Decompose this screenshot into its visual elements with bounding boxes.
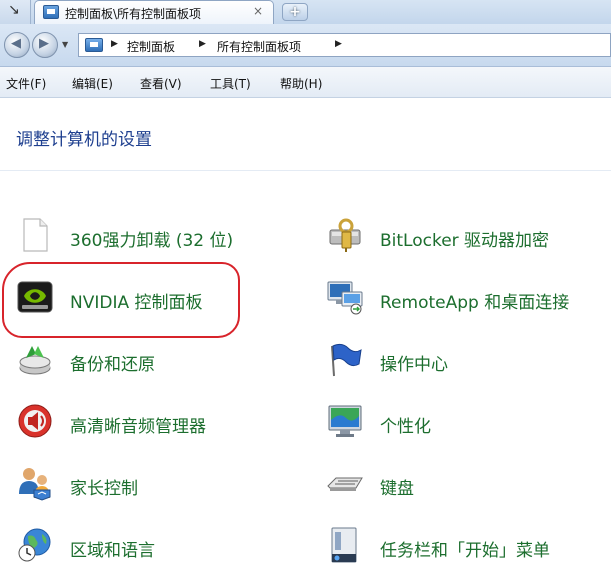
arrow-left-icon: ◀ <box>11 36 21 51</box>
personalization-monitor-icon <box>328 405 362 437</box>
divider <box>0 170 611 171</box>
item-label: 360强力卸载 (32 位) <box>70 231 234 251</box>
close-tab-icon[interactable]: × <box>253 4 263 18</box>
arrow-right-icon: ▶ <box>39 36 49 51</box>
tab-strip-left-stub: ↘ <box>0 0 31 24</box>
keyboard-icon <box>327 477 363 491</box>
menu-view[interactable]: 查看(V) <box>140 75 182 92</box>
globe-clock-icon <box>18 528 51 562</box>
forward-button[interactable]: ▶ <box>32 32 58 58</box>
tab-title: 控制面板\所有控制面板项 <box>65 7 202 21</box>
blank-document-icon <box>23 218 48 252</box>
menu-edit[interactable]: 编辑(E) <box>72 75 113 92</box>
item-label: 家长控制 <box>70 479 138 499</box>
item-label: BitLocker 驱动器加密 <box>380 231 550 251</box>
new-tab-button[interactable]: + <box>282 3 308 21</box>
item-label: 任务栏和「开始」菜单 <box>380 541 550 561</box>
plus-icon: + <box>289 4 301 20</box>
tab-strip: ↘ 控制面板\所有控制面板项 × + <box>0 0 611 24</box>
backup-restore-icon <box>19 346 51 375</box>
item-label: 备份和还原 <box>70 355 155 375</box>
page-title: 调整计算机的设置 <box>16 130 152 150</box>
item-label: 个性化 <box>380 417 431 437</box>
menu-file[interactable]: 文件(F) <box>6 75 46 92</box>
breadcrumb-separator-icon[interactable]: ▶ <box>199 39 206 49</box>
item-label: RemoteApp 和桌面连接 <box>380 293 570 313</box>
remoteapp-icon <box>327 281 363 315</box>
breadcrumb-separator-icon[interactable]: ▶ <box>111 39 118 49</box>
breadcrumb-control-panel[interactable]: 控制面板 <box>127 38 175 55</box>
back-button[interactable]: ◀ <box>4 32 30 58</box>
control-panel-icon <box>85 38 103 52</box>
address-bar[interactable]: ▶ 控制面板 ▶ 所有控制面板项 ▶ <box>78 33 611 57</box>
menu-tools[interactable]: 工具(T) <box>210 75 251 92</box>
tool-icon: ↘ <box>8 2 20 18</box>
control-panel-icon <box>43 5 59 19</box>
taskbar-icon <box>331 527 357 563</box>
menu-bar: 文件(F) 编辑(E) 查看(V) 工具(T) 帮助(H) <box>0 67 611 98</box>
breadcrumb-all-items[interactable]: 所有控制面板项 <box>217 38 301 55</box>
recent-pages-dropdown-icon[interactable]: ▼ <box>62 40 68 49</box>
menu-help[interactable]: 帮助(H) <box>280 75 322 92</box>
item-label: 键盘 <box>380 479 414 499</box>
tab-control-panel[interactable]: 控制面板\所有控制面板项 × <box>34 0 274 24</box>
item-label: 操作中心 <box>380 355 448 375</box>
bitlocker-key-icon <box>329 218 361 252</box>
item-label: 区域和语言 <box>70 541 155 561</box>
navigation-bar: ◀ ▶ ▼ ▶ 控制面板 ▶ 所有控制面板项 ▶ <box>0 24 611 67</box>
breadcrumb-separator-icon[interactable]: ▶ <box>335 39 342 49</box>
annotation-highlight <box>2 262 240 338</box>
audio-speaker-icon <box>18 404 52 438</box>
item-label: 高清晰音频管理器 <box>70 417 206 437</box>
action-center-flag-icon <box>331 343 362 377</box>
parental-controls-icon <box>19 468 51 501</box>
